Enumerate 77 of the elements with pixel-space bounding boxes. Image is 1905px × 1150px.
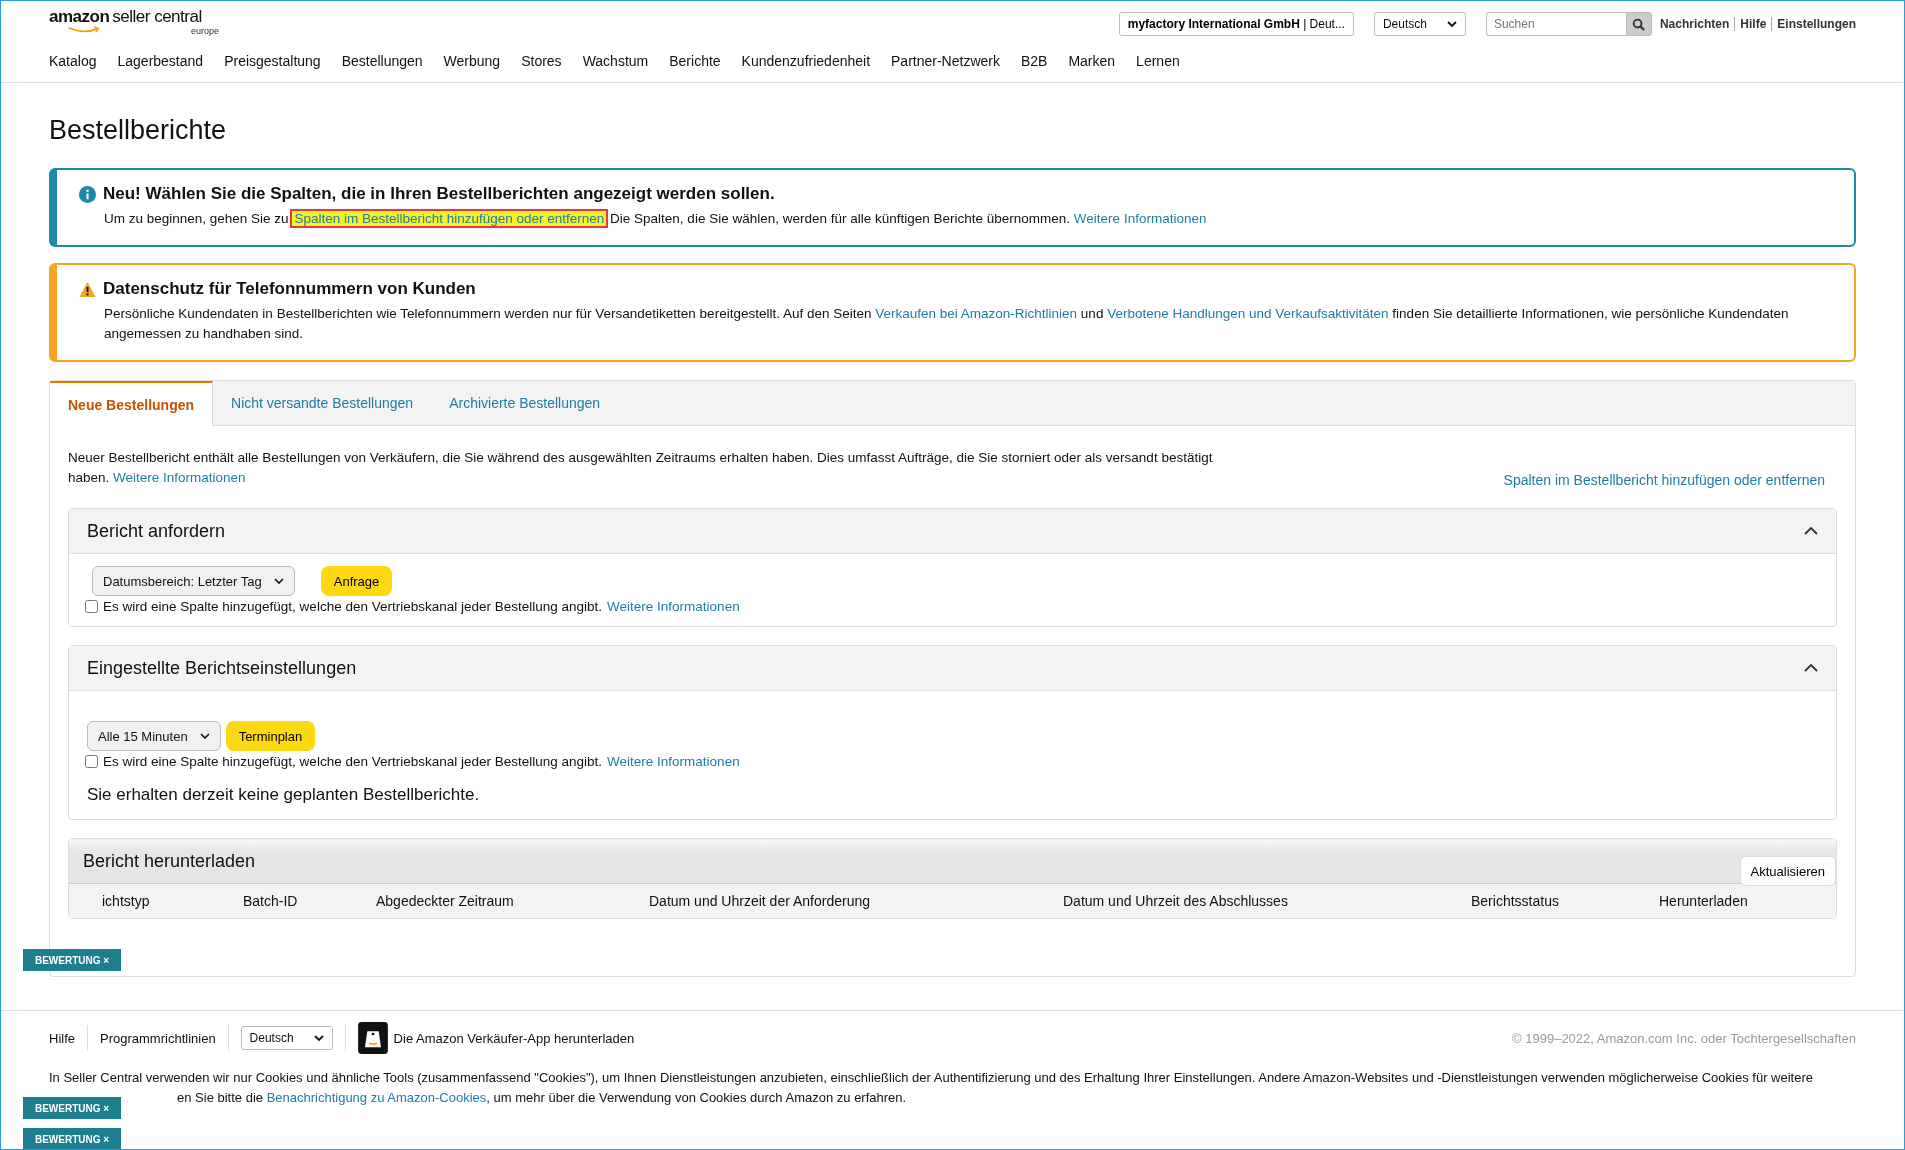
nav-menu-item[interactable]: Werbung [443, 53, 501, 69]
interval-select[interactable]: Alle 15 Minuten [87, 721, 221, 751]
alert-text: Persönliche Kundendaten in Bestellberichten wie Telefonnummern werden nur für Versandetiketten bereitgestellt. Auf den Seiten Verkaufen bei Amazon-Richtlinien und Verbotene Handlungen und Verkaufsaktivitäten finden Sie detaillierte Informationen, wie persönliche Kundendaten angemessen zu handhaben sind. [104, 305, 1790, 343]
nav-menu-item[interactable]: Berichte [669, 53, 721, 69]
feedback-tab[interactable]: BEWERTUNG × [23, 1128, 121, 1149]
cookie-notice-text: In Seller Central verwenden wir nur Cookies und ähnliche Tools (zusammenfassend "Cookies"), um Ihnen Dienstleistungen anzubieten, einschließlich der Authentifizierung und des Erhaltung Ihrer Einstellungen. Andere Amazon-Websites und -Dienstleistungen verwenden möglicherweise Cookies für weitere [49, 1069, 1814, 1087]
column-header: Datum und Uhrzeit der Anforderung [649, 893, 871, 909]
more-info-link[interactable]: Weitere Informationen [607, 599, 740, 614]
seller-central-logo[interactable]: amazon seller central europe [49, 7, 219, 41]
alert-link[interactable]: Weitere Informationen [1073, 211, 1207, 226]
app-download-link[interactable]: Die Amazon Verkäufer-App herunterladen [393, 1030, 635, 1046]
tab[interactable]: Neue Bestellungen [50, 381, 214, 426]
checkbox-label: Es wird eine Spalte hinzugefügt, welche den Vertriebskanal jeder Bestellung angibt. [103, 754, 603, 769]
alert-title: Neu! Wählen Sie die Spalten, die in Ihren Bestellberichten angezeigt werden sollen. [103, 184, 775, 204]
chevron-icon [1446, 21, 1457, 27]
nav-menu-item[interactable]: Lernen [1136, 53, 1180, 69]
nav-menu-item[interactable]: Preisgestaltung [224, 53, 321, 69]
header-link[interactable]: Einstellungen [1777, 17, 1856, 31]
description-text: Neuer Bestellbericht enthält alle Bestellungen von Verkäufern, die Sie während des ausgewählten Zeitraums erhalten haben. Dies umfasst Aufträge, die Sie storniert oder als versandt bestätigt haben. Weitere Informationen [68, 449, 1214, 487]
tab[interactable]: Nicht versandte Bestellungen [213, 381, 432, 425]
alert-text: Um zu beginnen, gehen Sie zu Spalten im Bestellbericht hinzufügen oder entfernen Die Spalten, die Sie wählen, werden für alle künftigen Berichte übernommen. Weitere Informationen [104, 210, 1208, 228]
date-range-select[interactable]: Datumsbereich: Letzter Tag [92, 566, 295, 596]
nav-menu-item[interactable]: Partner-Netzwerk [891, 53, 1000, 69]
panel-header[interactable]: Eingestellte Berichtseinstellungen [69, 646, 1836, 691]
column-header: Datum und Uhrzeit des Abschlusses [1063, 893, 1289, 909]
header-link[interactable]: Hilfe [1740, 17, 1767, 31]
feedback-tab[interactable]: BEWERTUNG × [23, 949, 121, 971]
copyright-text: © 1999–2022, Amazon.com Inc. oder Tochtergesellschaften [1512, 1030, 1856, 1046]
language-select[interactable]: Deutsch [1373, 12, 1466, 36]
footer-link[interactable]: Hilfe [49, 1030, 75, 1046]
empty-message: Sie erhalten derzeit keine geplanten Bestellberichte. [87, 785, 481, 805]
nav-menu-item[interactable]: Marken [1068, 53, 1116, 69]
chevron-icon [199, 733, 210, 739]
language-select[interactable]: Deutsch [240, 1026, 333, 1050]
column-header: Batch-ID [243, 893, 299, 909]
checkbox-label: Es wird eine Spalte hinzugefügt, welche den Vertriebskanal jeder Bestellung angibt. [103, 599, 603, 614]
panel-header[interactable]: Bericht anfordern [69, 509, 1836, 554]
nav-menu-item[interactable]: Katalog [49, 53, 97, 69]
chevron-icon [313, 1035, 324, 1041]
column-header: Abgedeckter Zeitraum [376, 893, 515, 909]
search-button[interactable] [1625, 12, 1652, 36]
more-info-link[interactable]: Weitere Informationen [113, 470, 246, 485]
column-header: Berichtsstatus [1471, 893, 1560, 909]
tab[interactable]: Archivierte Bestellungen [431, 381, 619, 425]
feedback-tab[interactable]: BEWERTUNG × [23, 1097, 121, 1119]
chevron-icon [273, 578, 284, 584]
nav-menu-item[interactable]: Stores [521, 53, 562, 69]
nav-menu-item[interactable]: Bestellungen [341, 53, 423, 69]
nav-menu-item[interactable]: B2B [1020, 53, 1048, 69]
nav-menu-item[interactable]: Wachstum [582, 53, 649, 69]
alert-link[interactable]: Spalten im Bestellbericht hinzufügen oder entfernen [292, 211, 607, 226]
checkbox[interactable] [85, 600, 98, 613]
column-header: ichtstyp [101, 893, 151, 909]
request-button[interactable]: Anfrage [320, 566, 393, 596]
page-title: Bestellberichte [49, 115, 228, 146]
schedule-button[interactable]: Terminplan [225, 721, 316, 751]
refresh-button[interactable]: Aktualisieren [1739, 856, 1836, 886]
panel-title: Bericht herunterladen [83, 850, 256, 872]
account-selector[interactable]: myfactory International GmbH | Deut... [1118, 12, 1354, 36]
warning-icon [79, 280, 96, 298]
header-link[interactable]: Nachrichten [1659, 17, 1730, 31]
alert-title: Datenschutz für Telefonnummern von Kunden [103, 279, 476, 299]
columns-link[interactable]: Spalten im Bestellbericht hinzufügen oder entfernen [1503, 472, 1825, 488]
nav-menu-item[interactable]: Lagerbestand [117, 53, 204, 69]
panel-title: Eingestellte Berichtseinstellungen [87, 657, 357, 679]
search-icon [1632, 17, 1646, 31]
more-info-link[interactable]: Weitere Informationen [607, 754, 740, 769]
column-header: Herunterladen [1659, 893, 1749, 909]
alert-link[interactable]: Verkaufen bei Amazon-Richtlinien [875, 306, 1078, 321]
search-field[interactable]: Suchen [1485, 12, 1626, 36]
footer-link[interactable]: Programmrichtlinien [100, 1030, 216, 1046]
alert-link[interactable]: Verbotene Handlungen und Verkaufsaktivitäten [1107, 306, 1389, 321]
panel-title: Bericht anfordern [87, 520, 226, 542]
nav-menu-item[interactable]: Kundenzufriedenheit [741, 53, 871, 69]
checkbox[interactable] [85, 755, 98, 768]
info-icon [79, 185, 96, 203]
shopping-tag-icon [357, 1022, 388, 1054]
